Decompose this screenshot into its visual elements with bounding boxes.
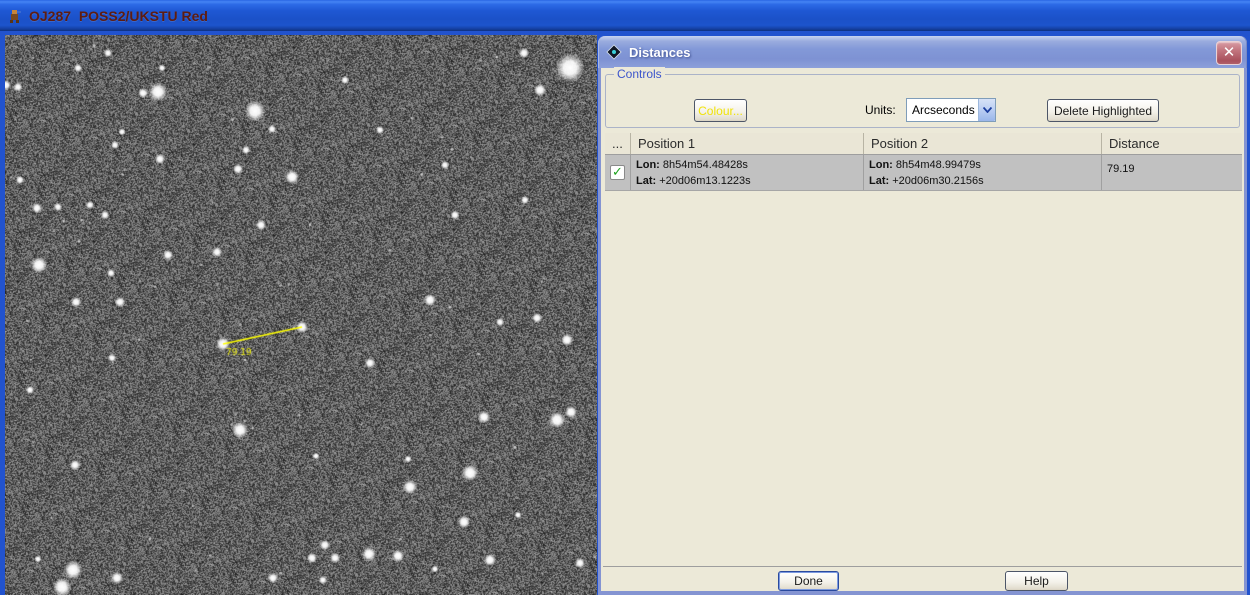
table-header: ... Position 1 Position 2 Distance <box>605 133 1242 155</box>
lat-label: Lat: <box>636 175 657 187</box>
controls-group-label: Controls <box>614 67 665 81</box>
app-icon <box>7 8 23 24</box>
colour-button[interactable]: Colour... <box>694 99 747 122</box>
column-header-distance[interactable]: Distance <box>1102 133 1242 154</box>
lon-label: Lon: <box>636 159 660 171</box>
delete-highlighted-button[interactable]: Delete Highlighted <box>1047 99 1159 122</box>
column-header-position1[interactable]: Position 1 <box>631 133 864 154</box>
window-titlebar[interactable]: OJ287 POSS2/UKSTU Red <box>0 0 1250 31</box>
dialog-title: Distances <box>629 44 691 60</box>
distances-dialog-icon <box>605 43 623 61</box>
position1-lon-value: 8h54m54.48428s <box>662 159 748 171</box>
table-row[interactable]: ✓ Lon: 8h54m54.48428s Lat: +20d06m13.122… <box>605 155 1242 191</box>
controls-group: Controls Colour... Units: Arcseconds Del… <box>605 67 1240 128</box>
units-select[interactable]: Arcseconds <box>906 98 996 122</box>
chevron-down-icon[interactable] <box>978 99 995 121</box>
row-checkbox[interactable]: ✓ <box>610 165 625 180</box>
close-icon[interactable]: ✕ <box>1216 41 1242 65</box>
dialog-titlebar[interactable]: Distances ✕ <box>598 36 1247 68</box>
distances-table: ... Position 1 Position 2 Distance ✓ Lon… <box>605 133 1242 191</box>
sky-image-view[interactable] <box>5 35 597 595</box>
dialog-body: Controls Colour... Units: Arcseconds Del… <box>598 67 1247 595</box>
position1-lat-value: +20d06m13.1223s <box>659 175 751 187</box>
check-icon: ✓ <box>612 165 623 180</box>
position2-lon-value: 8h54m48.99479s <box>895 159 981 171</box>
window-title: OJ287 POSS2/UKSTU Red <box>29 7 208 24</box>
column-header-check[interactable]: ... <box>605 133 631 154</box>
units-label: Units: <box>865 103 896 117</box>
footer-separator <box>603 566 1242 567</box>
column-header-position2[interactable]: Position 2 <box>864 133 1102 154</box>
window-content: Distances ✕ Controls Colour... Units: Ar… <box>0 31 1250 595</box>
done-button[interactable]: Done <box>778 571 839 591</box>
distances-dialog: Distances ✕ Controls Colour... Units: Ar… <box>598 36 1247 595</box>
app-window: OJ287 POSS2/UKSTU Red Distances ✕ Contro… <box>0 0 1250 595</box>
lat-label: Lat: <box>869 175 890 187</box>
position2-cell: Lon: 8h54m48.99479s Lat: +20d06m30.2156s <box>864 155 1102 190</box>
position1-cell: Lon: 8h54m54.48428s Lat: +20d06m13.1223s <box>631 155 864 190</box>
position2-lat-value: +20d06m30.2156s <box>892 175 984 187</box>
help-button[interactable]: Help <box>1005 571 1068 591</box>
lon-label: Lon: <box>869 159 893 171</box>
units-selected-value: Arcseconds <box>912 103 975 117</box>
distance-cell: 79.19 <box>1107 163 1135 175</box>
row-check-cell: ✓ <box>605 155 631 190</box>
